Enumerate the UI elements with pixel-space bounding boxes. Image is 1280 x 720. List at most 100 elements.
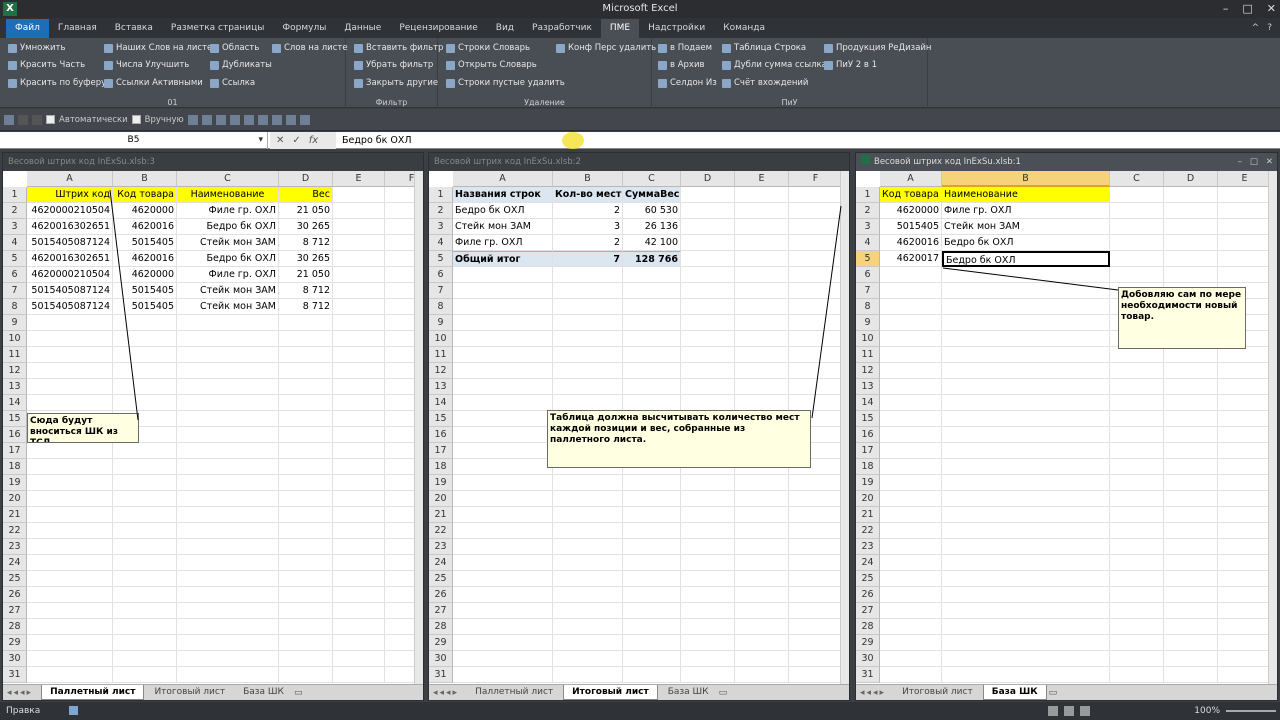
pivot-cell[interactable]: Стейк мон ЗАМ (453, 219, 553, 235)
cell[interactable] (735, 315, 789, 331)
cell[interactable] (453, 491, 553, 507)
cell[interactable] (789, 555, 842, 571)
ribbon-button-open-dictionary[interactable]: Открыть Словарь (446, 60, 537, 70)
cell[interactable] (942, 587, 1110, 603)
cell[interactable] (681, 363, 735, 379)
cell[interactable] (279, 571, 333, 587)
cell[interactable] (113, 603, 177, 619)
cell[interactable] (735, 347, 789, 363)
new-sheet-icon[interactable]: ▭ (1049, 688, 1058, 698)
cell[interactable] (942, 667, 1110, 683)
row-header[interactable]: 29 (429, 635, 453, 651)
cell[interactable] (1110, 619, 1164, 635)
cell[interactable] (789, 379, 842, 395)
cell[interactable] (333, 651, 385, 667)
cell[interactable] (1218, 267, 1270, 283)
redo-icon[interactable] (32, 114, 42, 125)
cell[interactable] (1110, 235, 1164, 251)
column-header[interactable]: A (880, 171, 942, 187)
cell[interactable] (681, 667, 735, 683)
cell[interactable] (681, 475, 735, 491)
cell[interactable] (553, 363, 623, 379)
cell[interactable] (880, 283, 942, 299)
cell[interactable] (27, 523, 113, 539)
cell[interactable] (1110, 635, 1164, 651)
cell[interactable] (177, 491, 279, 507)
row-header[interactable]: 15 (429, 411, 453, 427)
row-header[interactable]: 7 (856, 283, 880, 299)
cell[interactable] (623, 523, 681, 539)
cell[interactable] (453, 539, 553, 555)
table-cell[interactable]: 5015405 (113, 235, 177, 251)
cell[interactable] (942, 411, 1110, 427)
cell[interactable] (681, 379, 735, 395)
cell[interactable] (1110, 491, 1164, 507)
vertical-scrollbar[interactable] (414, 171, 423, 684)
cell[interactable] (1218, 443, 1270, 459)
sheet-nav-icon[interactable]: ◂◂◂▸ (860, 688, 886, 698)
tool-icon[interactable] (257, 114, 268, 125)
ribbon-button-close-others[interactable]: Закрыть другие (354, 78, 438, 88)
cell[interactable] (1110, 427, 1164, 443)
row-header[interactable]: 6 (856, 267, 880, 283)
cell[interactable] (385, 267, 416, 283)
cell[interactable] (1218, 203, 1270, 219)
row-header[interactable]: 2 (429, 203, 453, 219)
cell[interactable] (177, 411, 279, 427)
ribbon-button-submit[interactable]: в Подаем (658, 43, 712, 53)
cell[interactable] (385, 363, 416, 379)
cell[interactable] (880, 667, 942, 683)
row-header[interactable]: 25 (856, 571, 880, 587)
cell[interactable] (333, 539, 385, 555)
cell[interactable] (880, 267, 942, 283)
cell[interactable] (880, 427, 942, 443)
pivot-header[interactable]: Названия строк (453, 187, 553, 203)
column-header[interactable]: D (681, 171, 735, 187)
cell[interactable] (1218, 395, 1270, 411)
cell[interactable] (385, 331, 416, 347)
cell[interactable] (113, 459, 177, 475)
table-cell[interactable]: Филе гр. ОХЛ (177, 267, 279, 283)
cell[interactable] (279, 555, 333, 571)
cell[interactable] (623, 331, 681, 347)
cell[interactable] (1164, 219, 1218, 235)
cell[interactable] (553, 571, 623, 587)
save-icon[interactable] (4, 114, 14, 125)
cell[interactable] (1218, 619, 1270, 635)
table-cell[interactable]: 4620000210504 (27, 203, 113, 219)
close-icon[interactable]: ✕ (1266, 153, 1273, 171)
cell[interactable] (623, 571, 681, 587)
cell[interactable] (1110, 571, 1164, 587)
cell[interactable] (453, 331, 553, 347)
cell[interactable] (27, 379, 113, 395)
cell[interactable] (553, 603, 623, 619)
cell[interactable] (553, 651, 623, 667)
cell[interactable] (177, 571, 279, 587)
cell[interactable] (385, 203, 416, 219)
help-icon[interactable]: ? (1267, 19, 1272, 38)
cell[interactable] (623, 395, 681, 411)
cell[interactable] (27, 347, 113, 363)
cell[interactable] (27, 651, 113, 667)
tab-page-layout[interactable]: Разметка страницы (162, 19, 274, 38)
sheet-grid[interactable]: A B C D E 1 2 3 4 5 6 7 8 9 10 11 12 13 14 15 16 17 18 19 20 21 22… (856, 171, 1270, 684)
cell[interactable] (453, 315, 553, 331)
cell[interactable] (735, 363, 789, 379)
cell[interactable] (1110, 587, 1164, 603)
cell[interactable] (880, 363, 942, 379)
cell[interactable] (177, 539, 279, 555)
row-header[interactable]: 20 (3, 491, 27, 507)
active-cell[interactable]: Бедро бк ОХЛ (942, 251, 1110, 267)
cell[interactable] (113, 363, 177, 379)
cell[interactable] (681, 539, 735, 555)
cell[interactable] (333, 523, 385, 539)
ribbon-button-seldon[interactable]: Селдон Из (658, 78, 717, 88)
row-header[interactable]: 26 (429, 587, 453, 603)
row-header[interactable]: 10 (856, 331, 880, 347)
cell[interactable] (279, 427, 333, 443)
row-header[interactable]: 11 (3, 347, 27, 363)
cell[interactable] (453, 283, 553, 299)
cell[interactable] (789, 251, 842, 267)
cell[interactable] (333, 235, 385, 251)
cell[interactable] (1164, 619, 1218, 635)
